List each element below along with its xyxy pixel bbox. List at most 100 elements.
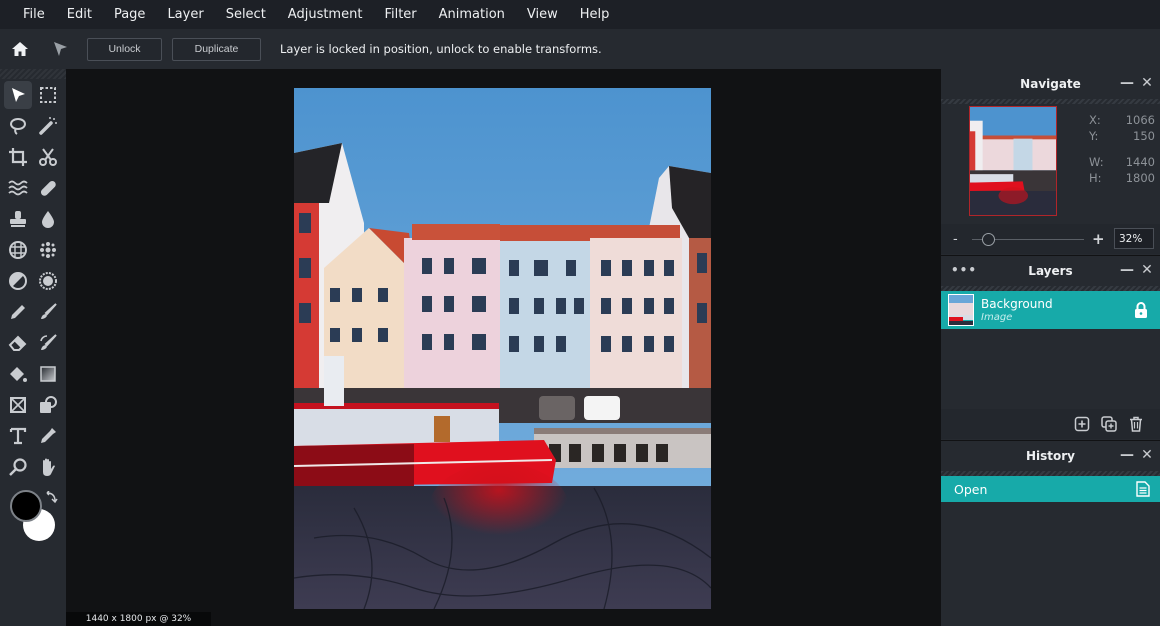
gradient-tool[interactable] — [34, 360, 62, 388]
image-placeholder-tool[interactable] — [4, 391, 32, 419]
duplicate-layer-icon[interactable] — [1101, 416, 1117, 432]
menu-help[interactable]: Help — [569, 0, 621, 29]
history-item[interactable]: Open — [941, 476, 1160, 502]
h-label: H: — [1089, 171, 1102, 185]
half-circle-icon — [9, 272, 27, 290]
dodge-burn-tool[interactable] — [4, 267, 32, 295]
marquee-select-tool[interactable] — [34, 81, 62, 109]
lasso-tool[interactable] — [4, 112, 32, 140]
menu-edit[interactable]: Edit — [56, 0, 103, 29]
menu-page[interactable]: Page — [103, 0, 156, 29]
foreground-color-swatch[interactable] — [10, 490, 42, 522]
layers-header: ••• Layers — ✕ — [941, 256, 1160, 286]
x-value: 1066 — [1125, 113, 1155, 127]
menu-file[interactable]: File — [12, 0, 56, 29]
zoom-tool[interactable] — [4, 453, 32, 481]
menu-view[interactable]: View — [516, 0, 569, 29]
eraser-tool[interactable] — [4, 329, 32, 357]
navigate-header: Navigate — ✕ — [941, 69, 1160, 99]
navigate-coordinates: X: 1066 Y: 150 W: 1440 H: 1800 — [1089, 112, 1155, 186]
paint-bucket-tool[interactable] — [4, 360, 32, 388]
crop-tool[interactable] — [4, 143, 32, 171]
pen-tool[interactable] — [4, 298, 32, 326]
paint-bucket-icon — [10, 367, 27, 382]
close-icon[interactable]: ✕ — [1140, 75, 1154, 91]
canvas-image[interactable] — [294, 88, 711, 609]
layers-footer — [941, 409, 1160, 439]
canvas-area[interactable]: 1440 x 1800 px @ 32% — [66, 69, 940, 626]
layer-item[interactable]: Background Image — [941, 291, 1160, 329]
color-replace-tool[interactable] — [34, 329, 62, 357]
minimize-icon[interactable]: — — [1120, 75, 1134, 91]
layer-thumbnail — [948, 294, 974, 326]
sharpen-tool[interactable] — [34, 267, 62, 295]
dots-cluster-icon — [40, 242, 56, 258]
y-value: 150 — [1133, 129, 1155, 143]
move-tool[interactable] — [4, 81, 32, 109]
home-icon[interactable] — [10, 39, 30, 59]
liquify-tool[interactable] — [4, 174, 32, 202]
shape-tool[interactable] — [34, 391, 62, 419]
menu-select[interactable]: Select — [215, 0, 277, 29]
menu-layer[interactable]: Layer — [156, 0, 214, 29]
w-label: W: — [1089, 155, 1104, 169]
text-tool[interactable] — [4, 422, 32, 450]
document-icon — [1136, 481, 1150, 497]
y-label: Y: — [1089, 129, 1099, 143]
layers-panel: ••• Layers — ✕ Background Image — [941, 256, 1160, 440]
lock-icon[interactable] — [1134, 302, 1148, 318]
brush-icon — [41, 303, 57, 319]
swap-colors-icon[interactable] — [44, 491, 58, 505]
text-icon — [9, 427, 27, 445]
toolbar-grip[interactable] — [0, 69, 66, 79]
h-value: 1800 — [1125, 171, 1155, 185]
menu-adjustment[interactable]: Adjustment — [277, 0, 374, 29]
healing-tool[interactable] — [34, 174, 62, 202]
navigator-thumbnail[interactable] — [969, 106, 1057, 216]
delete-layer-icon[interactable] — [1128, 416, 1144, 432]
pencil-icon — [11, 305, 25, 319]
close-icon[interactable]: ✕ — [1140, 447, 1154, 463]
zoom-percent-input[interactable] — [1114, 228, 1154, 249]
zoom-in-button[interactable]: + — [1092, 230, 1105, 248]
history-title: History — [1025, 449, 1076, 463]
zoom-out-button[interactable]: - — [953, 232, 958, 247]
unlock-button[interactable]: Unlock — [87, 37, 162, 61]
history-item-label: Open — [954, 481, 988, 497]
zoom-slider-handle[interactable] — [981, 233, 995, 246]
menu-animation[interactable]: Animation — [428, 0, 516, 29]
minimize-icon[interactable]: — — [1120, 447, 1134, 463]
duplicate-button[interactable]: Duplicate — [172, 37, 261, 61]
magnifier-icon — [9, 458, 27, 476]
blur-tool[interactable] — [34, 205, 62, 233]
clone-stamp-tool[interactable] — [4, 205, 32, 233]
sponge-tool[interactable] — [4, 236, 32, 264]
lock-message: Layer is locked in position, unlock to e… — [280, 42, 602, 56]
more-options-icon[interactable]: ••• — [951, 263, 977, 277]
gear-circle-icon — [39, 272, 57, 290]
w-value: 1440 — [1125, 155, 1155, 169]
minimize-icon[interactable]: — — [1120, 262, 1134, 278]
menu-filter[interactable]: Filter — [373, 0, 427, 29]
x-label: X: — [1089, 113, 1101, 127]
hand-tool[interactable] — [34, 453, 62, 481]
move-arrow-icon — [50, 39, 70, 59]
zoom-bar: - + — [941, 224, 1160, 254]
eraser-icon — [8, 335, 27, 351]
cut-tool[interactable] — [34, 143, 62, 171]
lasso-icon — [10, 118, 26, 135]
brush-tool[interactable] — [34, 298, 62, 326]
layer-name: Background — [981, 297, 1053, 311]
dashed-rectangle-icon — [40, 87, 56, 103]
eyedropper-tool[interactable] — [34, 422, 62, 450]
history-header: History — ✕ — [941, 441, 1160, 471]
bandage-icon — [40, 180, 56, 196]
navigate-panel: Navigate — ✕ X: 1066 Y: 150 W: 1440 H: 1… — [941, 69, 1160, 255]
arrow-cursor-icon — [12, 88, 25, 102]
grid-circle-icon — [9, 241, 27, 259]
magic-wand-tool[interactable] — [34, 112, 62, 140]
pixelate-tool[interactable] — [34, 236, 62, 264]
close-icon[interactable]: ✕ — [1140, 262, 1154, 278]
eyedropper-icon — [41, 428, 56, 443]
add-layer-icon[interactable] — [1074, 416, 1090, 432]
